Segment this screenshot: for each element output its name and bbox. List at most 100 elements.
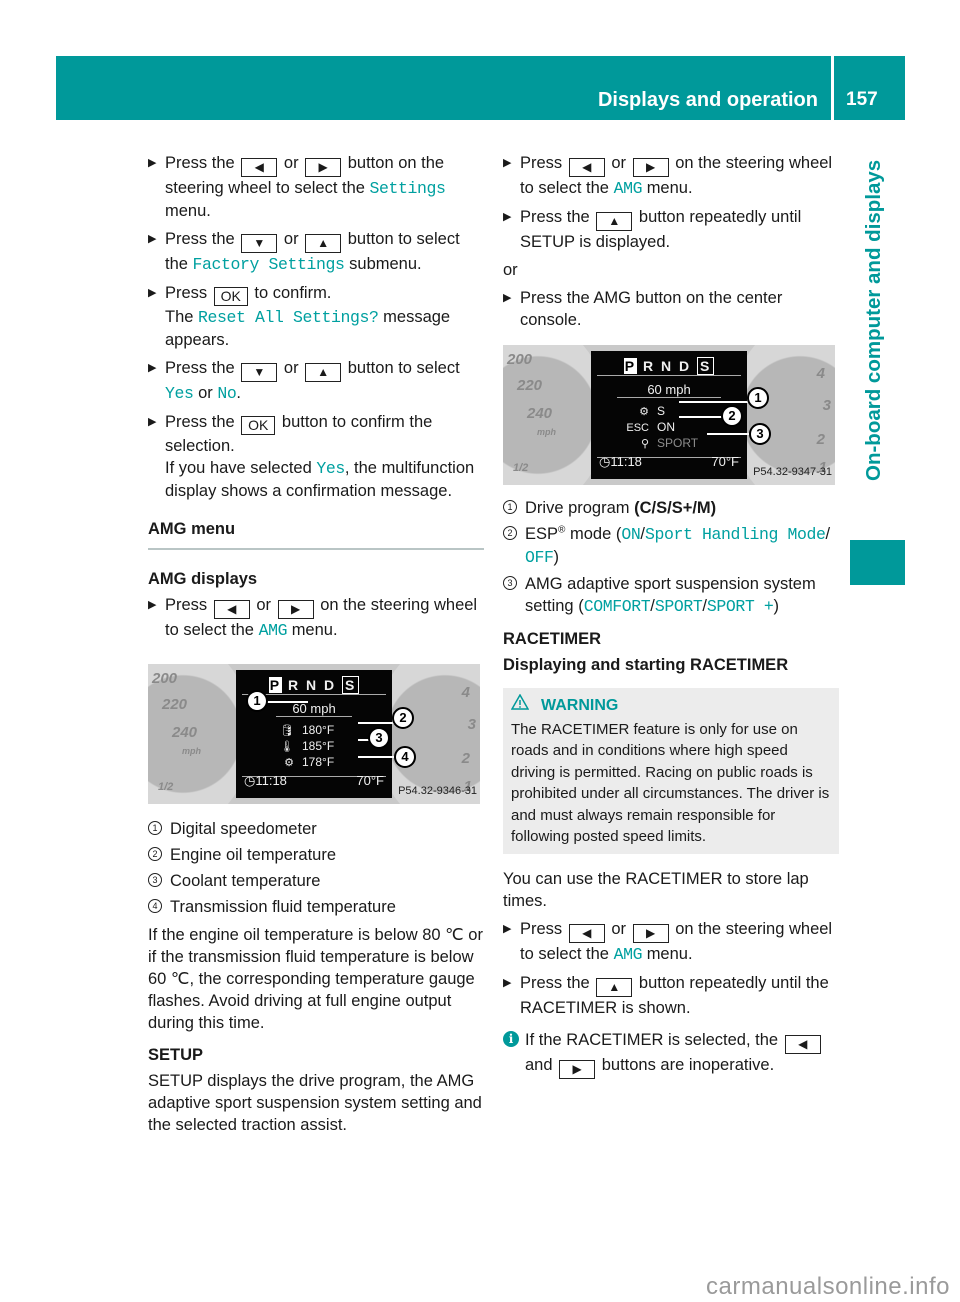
or-separator: or <box>503 261 518 279</box>
right-key-icon: ▶ <box>305 158 342 177</box>
left-key-icon: ◀ <box>241 158 278 177</box>
submenu-name: Factory Settings <box>192 255 345 274</box>
instrument-cluster-figure-setup: 200 220 240 mph 1/2 4 3 2 1 P R N D S 60… <box>503 345 835 485</box>
down-key-icon: ▼ <box>241 234 278 253</box>
step-arrow-icon: ▶ <box>148 157 157 169</box>
section-title: Displays and operation <box>597 89 818 111</box>
display-divider <box>597 375 741 376</box>
instruction-step: ▶ Press the ▲ button repeatedly until th… <box>503 973 829 1017</box>
right-key-icon: ▶ <box>632 923 669 943</box>
subheading-displaying-racetimer: Displaying and starting RACETIMER <box>503 656 789 674</box>
instruction-step: ▶ Press ◀ or ▶ on the steering wheel to … <box>503 919 833 964</box>
legend-item: 3 AMG adaptive sport suspension system s… <box>503 573 839 618</box>
section-heading-amg-menu: AMG menu <box>148 518 484 550</box>
callout-2: 2 <box>392 707 414 729</box>
instruction-step: ▶ Press the AMG button on the center con… <box>503 289 783 329</box>
warning-text: The RACETIMER feature is only for use on… <box>511 720 830 846</box>
display-footer: ◷11:18 70°F <box>244 773 384 788</box>
legend-item: 1 Digital speedometer <box>148 818 484 840</box>
chapter-tab-marker <box>850 540 905 585</box>
gear-indicator: P R N D S <box>591 355 747 377</box>
step-arrow-icon: ▶ <box>503 157 512 169</box>
clock-icon: ◷ <box>244 773 256 788</box>
step-arrow-icon: ▶ <box>148 362 157 374</box>
legend-item: 2 ESP® mode (ON/Sport Handling Mode/ OFF… <box>503 523 839 569</box>
callout-leader <box>707 433 751 435</box>
option-no: No <box>217 384 237 403</box>
right-key-icon: ▶ <box>559 1059 596 1079</box>
legend-item: 3 Coolant temperature <box>148 870 484 892</box>
callout-1: 1 <box>246 690 268 712</box>
instruction-step: ▶ Press ◀ or ▶ on the steering wheel to … <box>148 596 478 640</box>
instrument-cluster-figure-temperatures: 200 220 240 mph 1/2 4 3 2 1 P R N D S 60… <box>148 664 480 804</box>
step-arrow-icon: ▶ <box>148 287 157 299</box>
instruction-step: ▶ Press the ▲ button repeatedly until SE… <box>503 208 802 251</box>
subheading-setup: SETUP <box>148 1046 204 1064</box>
message-name: Reset All Settings? <box>198 308 379 327</box>
callout-2: 2 <box>721 405 743 427</box>
display-footer: ◷11:18 70°F <box>599 454 739 469</box>
instruction-step: ▶ Press OK to confirm. The Reset All Set… <box>148 284 451 349</box>
instruction-step: ▶ Press the ◀ or ▶ button on the steerin… <box>148 154 446 220</box>
menu-name: AMG <box>613 944 643 964</box>
instruction-step: ▶ Press the OK button to confirm the sel… <box>148 413 475 500</box>
right-column: ▶ Press ◀ or ▶ on the steering wheel to … <box>503 152 839 1079</box>
left-key-icon: ◀ <box>568 923 605 943</box>
instruction-step: ▶ Press ◀ or ▶ on the steering wheel to … <box>503 154 833 198</box>
callout-leader <box>266 701 308 703</box>
up-key-icon: ▲ <box>596 977 633 997</box>
callout-leader <box>679 401 749 403</box>
legend-item: 1 Drive program (C/S/S+/M) <box>503 497 839 519</box>
clock-icon: ◷ <box>599 454 611 469</box>
page-number: 157 <box>846 89 878 110</box>
callout-4: 4 <box>394 746 416 768</box>
display-divider <box>276 716 352 717</box>
figure-code: P54.32-9347-31 <box>753 466 832 478</box>
step-arrow-icon: ▶ <box>148 599 157 611</box>
callout-3: 3 <box>368 727 390 749</box>
warning-box: WARNING The RACETIMER feature is only fo… <box>503 688 839 854</box>
display-divider <box>617 397 721 398</box>
instruction-step: ▶ Press the ▼ or ▲ button to select the … <box>148 230 460 274</box>
menu-name: AMG <box>613 179 643 198</box>
info-icon: i <box>503 1030 519 1047</box>
callout-3: 3 <box>749 423 771 445</box>
menu-name: AMG <box>258 621 288 640</box>
temperature-note: If the engine oil temperature is below 8… <box>148 926 483 1032</box>
up-key-icon: ▲ <box>596 212 633 231</box>
ok-key-icon: OK <box>213 287 248 306</box>
step-arrow-icon: ▶ <box>148 416 157 428</box>
step-arrow-icon: ▶ <box>503 922 512 935</box>
instruction-step: ▶ Press the ▼ or ▲ button to select Yes … <box>148 359 460 403</box>
option-yes: Yes <box>165 384 194 403</box>
legend-item: 4 Transmission fluid temperature <box>148 896 484 918</box>
setup-description: SETUP displays the drive program, the AM… <box>148 1072 482 1134</box>
right-key-icon: ▶ <box>632 158 669 177</box>
left-key-icon: ◀ <box>784 1034 821 1054</box>
down-key-icon: ▼ <box>241 363 278 382</box>
legend-item: 2 Engine oil temperature <box>148 844 484 866</box>
step-arrow-icon: ▶ <box>503 976 512 989</box>
chapter-tab-label: On-board computer and displays <box>862 160 885 482</box>
up-key-icon: ▲ <box>305 234 342 253</box>
callout-leader <box>358 756 398 758</box>
racetimer-description: You can use the RACETIMER to store lap t… <box>503 869 809 910</box>
up-key-icon: ▲ <box>305 363 342 382</box>
info-note: i If the RACETIMER is selected, the ◀ an… <box>503 1029 839 1079</box>
figure-code: P54.32-9346-31 <box>398 785 477 797</box>
option-yes: Yes <box>316 459 345 478</box>
left-key-icon: ◀ <box>568 158 605 177</box>
callout-1: 1 <box>747 387 769 409</box>
step-arrow-icon: ▶ <box>148 233 157 245</box>
menu-name: Settings <box>369 179 446 198</box>
step-arrow-icon: ▶ <box>503 211 512 223</box>
left-column: ▶ Press the ◀ or ▶ button on the steerin… <box>148 152 484 1142</box>
left-key-icon: ◀ <box>213 600 250 619</box>
warning-triangle-icon <box>510 693 530 717</box>
callout-leader <box>679 416 723 418</box>
subheading-racetimer: RACETIMER <box>503 630 602 648</box>
right-key-icon: ▶ <box>277 600 314 619</box>
watermark: carmanualsonline.info <box>706 1273 950 1300</box>
ok-key-icon: OK <box>241 416 276 435</box>
subheading-amg-displays: AMG displays <box>148 570 258 588</box>
